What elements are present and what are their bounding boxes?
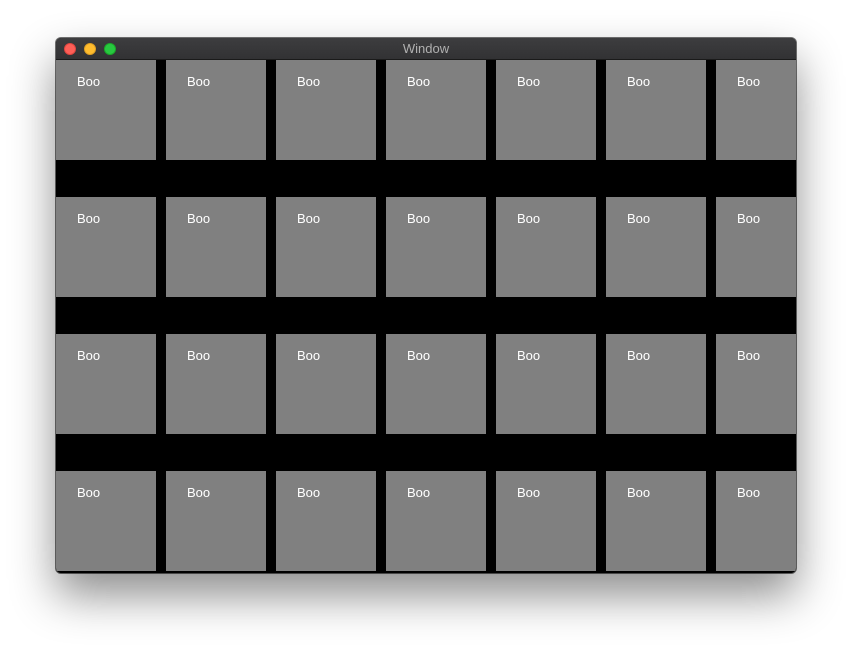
grid-tile[interactable]: Boo [166, 471, 266, 571]
grid-tile[interactable]: Boo [496, 197, 596, 297]
grid-tile[interactable]: Boo [276, 197, 376, 297]
tile-label: Boo [737, 211, 761, 226]
grid-tile[interactable]: Boo [166, 197, 266, 297]
tile-label: Boo [297, 74, 321, 89]
tile-label: Boo [187, 211, 211, 226]
tile-label: Boo [407, 74, 431, 89]
tile-label: Boo [627, 74, 651, 89]
grid-tile[interactable]: Boo [276, 60, 376, 160]
tile-label: Boo [297, 485, 321, 500]
grid-tile[interactable]: Boo [496, 334, 596, 434]
grid-tile[interactable]: Boo [716, 197, 796, 297]
grid-tile[interactable]: Boo [166, 334, 266, 434]
tile-label: Boo [627, 211, 651, 226]
tile-label: Boo [517, 211, 541, 226]
tile-label: Boo [77, 211, 101, 226]
tile-label: Boo [737, 348, 761, 363]
tile-label: Boo [77, 485, 101, 500]
tile-label: Boo [517, 348, 541, 363]
grid-tile[interactable]: Boo [496, 471, 596, 571]
tile-label: Boo [407, 485, 431, 500]
tile-label: Boo [77, 74, 101, 89]
grid-tile[interactable]: Boo [166, 60, 266, 160]
grid-tile[interactable]: Boo [386, 334, 486, 434]
grid-tile[interactable]: Boo [56, 471, 156, 571]
tile-label: Boo [187, 348, 211, 363]
grid-tile[interactable]: Boo [606, 334, 706, 434]
grid-tile[interactable]: Boo [56, 334, 156, 434]
grid-tile[interactable]: Boo [716, 60, 796, 160]
grid-tile[interactable]: Boo [56, 60, 156, 160]
grid-tile[interactable]: Boo [386, 197, 486, 297]
grid-tile[interactable]: Boo [496, 60, 596, 160]
grid-tile[interactable]: Boo [606, 471, 706, 571]
title-bar[interactable]: Window [56, 38, 796, 60]
tile-label: Boo [737, 74, 761, 89]
tile-grid: Boo Boo Boo Boo Boo Boo Boo Boo Boo Boo Boo Boo Boo B… [56, 60, 796, 573]
grid-tile[interactable]: Boo [606, 60, 706, 160]
tile-label: Boo [297, 211, 321, 226]
tile-label: Boo [187, 74, 211, 89]
app-window: Window Boo Boo Boo Boo Boo Boo Boo Boo Boo Boo Boo… [56, 38, 796, 573]
window-title: Window [402, 41, 450, 56]
tile-label: Boo [517, 74, 541, 89]
tile-label: Boo [517, 485, 541, 500]
tile-label: Boo [297, 348, 321, 363]
grid-tile[interactable]: Boo [276, 334, 376, 434]
tile-label: Boo [407, 348, 431, 363]
tile-label: Boo [187, 485, 211, 500]
tile-label: Boo [407, 211, 431, 226]
grid-tile[interactable]: Boo [716, 334, 796, 434]
tile-label: Boo [77, 348, 101, 363]
tile-label: Boo [737, 485, 761, 500]
grid-tile[interactable]: Boo [386, 471, 486, 571]
tile-label: Boo [627, 485, 651, 500]
grid-tile[interactable]: Boo [386, 60, 486, 160]
tile-label: Boo [627, 348, 651, 363]
grid-tile[interactable]: Boo [56, 197, 156, 297]
grid-tile[interactable]: Boo [606, 197, 706, 297]
grid-tile[interactable]: Boo [716, 471, 796, 571]
grid-tile[interactable]: Boo [276, 471, 376, 571]
